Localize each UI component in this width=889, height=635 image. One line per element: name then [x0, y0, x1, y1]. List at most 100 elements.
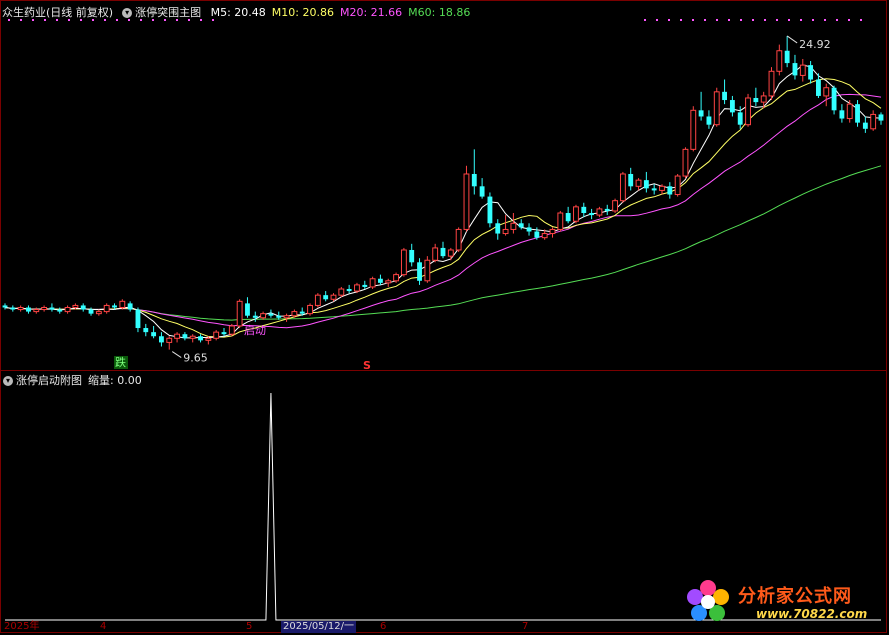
signal-dot: [644, 19, 646, 21]
candle-down: [10, 307, 16, 310]
candle-up: [455, 228, 462, 251]
candle-down: [792, 63, 798, 76]
candle-up: [17, 306, 24, 311]
signal-dot: [704, 19, 706, 21]
candle-down: [409, 249, 415, 263]
candle-down: [143, 328, 149, 333]
candle-down: [808, 65, 814, 80]
ma20-line: [4, 93, 882, 329]
candle-down: [643, 180, 649, 189]
candle-down: [362, 284, 368, 287]
candle-down: [581, 206, 587, 214]
candle-up: [745, 97, 751, 126]
candle-down: [378, 278, 383, 283]
candle-down: [565, 213, 571, 222]
signal-dot: [764, 19, 766, 21]
signal-dot: [788, 19, 790, 21]
chart-canvas[interactable]: 24.92 9.65 启动跌 S: [0, 0, 889, 635]
low-label: 9.65: [183, 352, 208, 365]
signal-dot: [668, 19, 670, 21]
signal-dot: [800, 19, 802, 21]
date-tick-1: 4: [100, 621, 107, 632]
signal-dot: [20, 19, 22, 21]
signal-dot: [860, 19, 862, 21]
candle-down: [667, 186, 673, 195]
candle-down: [706, 116, 712, 125]
candle-down: [417, 262, 422, 281]
candle-down: [159, 336, 164, 343]
candle-down: [276, 315, 282, 318]
signal-dot: [32, 19, 34, 21]
candle-up: [573, 206, 579, 222]
candle-up: [502, 228, 509, 235]
candle-down: [698, 110, 704, 117]
candle-down: [816, 79, 821, 96]
signal-dot: [56, 19, 58, 21]
signal-dot: [116, 19, 118, 21]
die-label: 跌: [115, 355, 126, 369]
candle-down: [268, 313, 274, 316]
candle-up: [236, 300, 243, 327]
signal-dot: [140, 19, 142, 21]
candle-up: [354, 284, 360, 292]
site-watermark: 分析家公式网 www.70822.com: [682, 578, 878, 626]
candle-up: [189, 335, 196, 339]
candle-up: [776, 50, 783, 72]
candle-up: [174, 333, 180, 339]
candle-up: [291, 311, 298, 317]
s-label: S: [363, 359, 371, 372]
candle-up: [713, 91, 720, 126]
date-tick-5: 7: [522, 621, 529, 632]
candle-up: [103, 304, 110, 313]
high-label: 24.92: [799, 38, 831, 51]
candle-up: [369, 278, 376, 288]
signal-dot: [68, 19, 70, 21]
candle-down: [252, 315, 258, 318]
candle-up: [283, 315, 290, 319]
candle-up: [424, 259, 431, 282]
date-tick-4: 6: [380, 621, 387, 632]
candle-down: [479, 186, 485, 197]
date-tick-3: 2025/05/12/一: [281, 621, 357, 633]
candle-down: [57, 309, 63, 312]
candle-down: [299, 311, 305, 314]
watermark-name: 分析家公式网: [738, 586, 852, 607]
candle-down: [221, 332, 227, 335]
candle-down: [440, 247, 446, 257]
candle-down: [323, 295, 329, 300]
candle-down: [589, 213, 595, 216]
candle-up: [119, 300, 126, 308]
signal-dot: [716, 19, 718, 21]
candle-up: [447, 249, 454, 257]
low-pointer: [171, 351, 182, 359]
candle-down: [112, 305, 117, 308]
candle-up: [314, 294, 321, 306]
signal-dot: [152, 19, 154, 21]
candle-up: [400, 249, 407, 276]
candle-down: [151, 332, 157, 337]
candle-down: [628, 173, 634, 187]
candle-down: [2, 305, 8, 308]
candle-down: [518, 223, 524, 228]
candle-up: [463, 173, 470, 230]
candle-up: [612, 200, 618, 212]
signal-dot: [848, 19, 850, 21]
candle-up: [619, 173, 626, 202]
date-tick-0: 2025年: [4, 621, 40, 632]
candle-down: [127, 303, 133, 310]
candle-down: [245, 303, 250, 316]
candle-down: [831, 87, 837, 111]
candle-down: [534, 231, 540, 238]
signal-dot: [44, 19, 46, 21]
candle-up: [213, 331, 220, 339]
signal-dot: [128, 19, 130, 21]
signal-dot: [92, 19, 94, 21]
candle-up: [41, 306, 48, 311]
candle-up: [823, 87, 830, 97]
candle-up: [64, 306, 71, 313]
candle-down: [487, 196, 493, 224]
signal-dot: [836, 19, 838, 21]
candle-down: [80, 305, 86, 310]
signal-dot: [776, 19, 778, 21]
signal-dot: [200, 19, 202, 21]
